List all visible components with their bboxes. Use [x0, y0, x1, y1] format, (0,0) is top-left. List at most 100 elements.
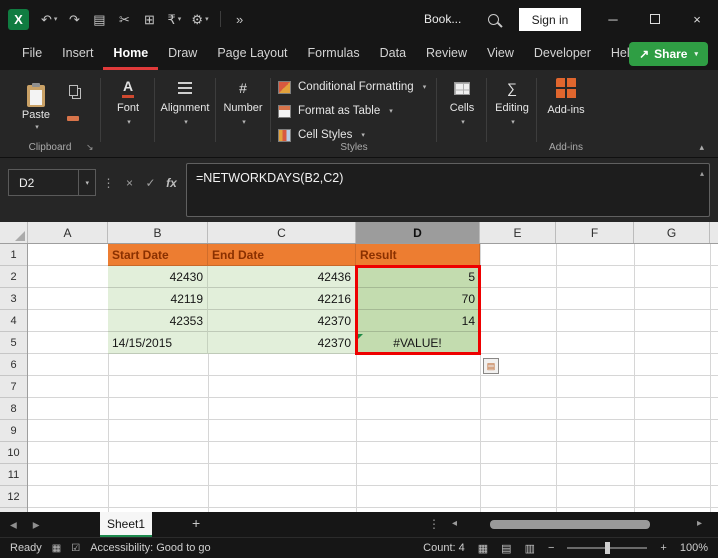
column-header-f[interactable]: F	[556, 222, 634, 243]
previous-sheet-button[interactable]: ◂	[10, 517, 17, 533]
menu-tab-data[interactable]: Data	[370, 38, 416, 70]
undo-button[interactable]: ↶ ▾	[38, 6, 60, 32]
scroll-left-button[interactable]: ◂	[452, 518, 457, 529]
share-button[interactable]: ↗ Share ▾	[629, 42, 708, 66]
format-painter-button[interactable]	[62, 108, 84, 128]
row-header-4[interactable]: 4	[0, 310, 27, 332]
confirm-entry-button[interactable]: ✓	[140, 176, 161, 190]
column-header-b[interactable]: B	[108, 222, 208, 243]
zoom-slider-thumb[interactable]	[605, 542, 611, 554]
row-header-9[interactable]: 9	[0, 420, 27, 442]
cell-d2[interactable]: 5	[356, 266, 480, 288]
cells-group-button[interactable]: Cells ▾	[440, 78, 484, 126]
accessibility-status[interactable]: Accessibility: Good to go	[90, 542, 210, 554]
next-sheet-button[interactable]: ▸	[33, 517, 40, 533]
page-layout-view-button[interactable]: ▤	[501, 542, 511, 555]
row-header-10[interactable]: 10	[0, 442, 27, 464]
editing-group-button[interactable]: ∑ Editing ▾	[489, 78, 535, 126]
alignment-group-button[interactable]: Alignment ▾	[157, 78, 213, 126]
number-group-button[interactable]: # Number ▾	[218, 78, 268, 126]
new-sheet-button[interactable]: +	[192, 515, 200, 531]
clipboard-button[interactable]: ▤	[88, 6, 110, 32]
menu-tab-file[interactable]: File	[12, 38, 52, 70]
document-title[interactable]: Book...	[424, 12, 461, 26]
redo-button[interactable]: ↷	[63, 6, 85, 32]
menu-tab-developer[interactable]: Developer	[524, 38, 601, 70]
clipboard-dialog-launcher[interactable]: ↘	[86, 142, 94, 153]
menu-tab-draw[interactable]: Draw	[158, 38, 207, 70]
name-box[interactable]: D2 ▾	[8, 169, 96, 196]
cell-d4[interactable]: 14	[356, 310, 480, 332]
insert-function-button[interactable]: fx	[161, 176, 182, 190]
paste-button[interactable]: Paste ▾	[14, 76, 58, 140]
row-header-3[interactable]: 3	[0, 288, 27, 310]
menu-tab-review[interactable]: Review	[416, 38, 477, 70]
menu-tab-page-layout[interactable]: Page Layout	[207, 38, 297, 70]
collapse-formula-bar-button[interactable]: ▴	[700, 169, 704, 178]
menu-tab-view[interactable]: View	[477, 38, 524, 70]
sign-in-button[interactable]: Sign in	[519, 8, 581, 31]
cell-c1[interactable]: End Date	[208, 244, 356, 266]
cell-b4[interactable]: 42353	[108, 310, 208, 332]
menu-tab-insert[interactable]: Insert	[52, 38, 103, 70]
scroll-right-button[interactable]: ▸	[697, 518, 702, 529]
column-header-partial[interactable]	[710, 222, 718, 243]
cancel-entry-button[interactable]: ×	[119, 176, 140, 190]
menu-tab-home[interactable]: Home	[103, 38, 159, 70]
cell-c2[interactable]: 42436	[208, 266, 356, 288]
formula-input[interactable]: =NETWORKDAYS(B2,C2)	[186, 163, 710, 217]
cell-b3[interactable]: 42119	[108, 288, 208, 310]
excel-logo-icon[interactable]: X	[8, 8, 29, 30]
conditional-formatting-button[interactable]: Conditional Formatting ▾	[278, 76, 426, 98]
column-header-e[interactable]: E	[480, 222, 556, 243]
currency-format-button[interactable]: ₹ ▾	[163, 6, 185, 32]
cut-button[interactable]: ✂	[113, 6, 135, 32]
name-box-caret-icon[interactable]: ▾	[78, 170, 95, 195]
column-header-d[interactable]: D	[356, 222, 480, 243]
error-options-button[interactable]: ▤	[483, 358, 499, 374]
column-header-c[interactable]: C	[208, 222, 356, 243]
row-header-8[interactable]: 8	[0, 398, 27, 420]
zoom-level[interactable]: 100%	[680, 542, 708, 554]
cell-b5[interactable]: 14/15/2015	[108, 332, 208, 354]
formula-bar-grip-icon[interactable]: ⋮	[98, 176, 119, 190]
cell-d3[interactable]: 70	[356, 288, 480, 310]
normal-view-button[interactable]: ▦	[478, 542, 488, 555]
settings-button[interactable]: ⚙ ▾	[188, 6, 211, 32]
workbook-button[interactable]: ⊞	[138, 6, 160, 32]
horizontal-scrollbar-thumb[interactable]	[490, 520, 650, 529]
zoom-out-button[interactable]: −	[548, 542, 554, 554]
sheet-bar-grip-icon[interactable]: ⋮	[428, 517, 440, 531]
cell-b1[interactable]: Start Date	[108, 244, 208, 266]
row-header-5[interactable]: 5	[0, 332, 27, 354]
maximize-button[interactable]	[634, 0, 676, 38]
font-group-button[interactable]: A Font ▾	[104, 78, 152, 126]
collapse-ribbon-button[interactable]: ▴	[699, 142, 704, 153]
row-header-2[interactable]: 2	[0, 266, 27, 288]
addins-button[interactable]: Add-ins	[540, 78, 592, 116]
sheet-tab-sheet1[interactable]: Sheet1	[100, 512, 152, 537]
zoom-slider[interactable]	[567, 542, 648, 554]
select-all-button[interactable]	[0, 222, 28, 243]
column-header-g[interactable]: G	[634, 222, 710, 243]
row-header-12[interactable]: 12	[0, 486, 27, 508]
minimize-button[interactable]: ─	[592, 0, 634, 38]
cell-c3[interactable]: 42216	[208, 288, 356, 310]
cell-c5[interactable]: 42370	[208, 332, 356, 354]
horizontal-scrollbar[interactable]	[466, 520, 684, 529]
copy-button[interactable]	[62, 80, 84, 100]
format-as-table-button[interactable]: Format as Table ▾	[278, 100, 393, 122]
row-header-11[interactable]: 11	[0, 464, 27, 486]
cell-d5[interactable]: #VALUE!	[356, 332, 480, 354]
page-break-view-button[interactable]: ▥	[525, 542, 535, 555]
row-header-6[interactable]: 6	[0, 354, 27, 376]
cell-b2[interactable]: 42430	[108, 266, 208, 288]
macro-record-icon[interactable]: ▦	[52, 543, 61, 554]
toolbar-overflow-button[interactable]: »	[229, 6, 251, 32]
menu-tab-formulas[interactable]: Formulas	[298, 38, 370, 70]
close-button[interactable]: ×	[676, 0, 718, 38]
row-header-1[interactable]: 1	[0, 244, 27, 266]
cell-c4[interactable]: 42370	[208, 310, 356, 332]
search-button[interactable]	[488, 9, 510, 29]
cell-d1[interactable]: Result	[356, 244, 480, 266]
